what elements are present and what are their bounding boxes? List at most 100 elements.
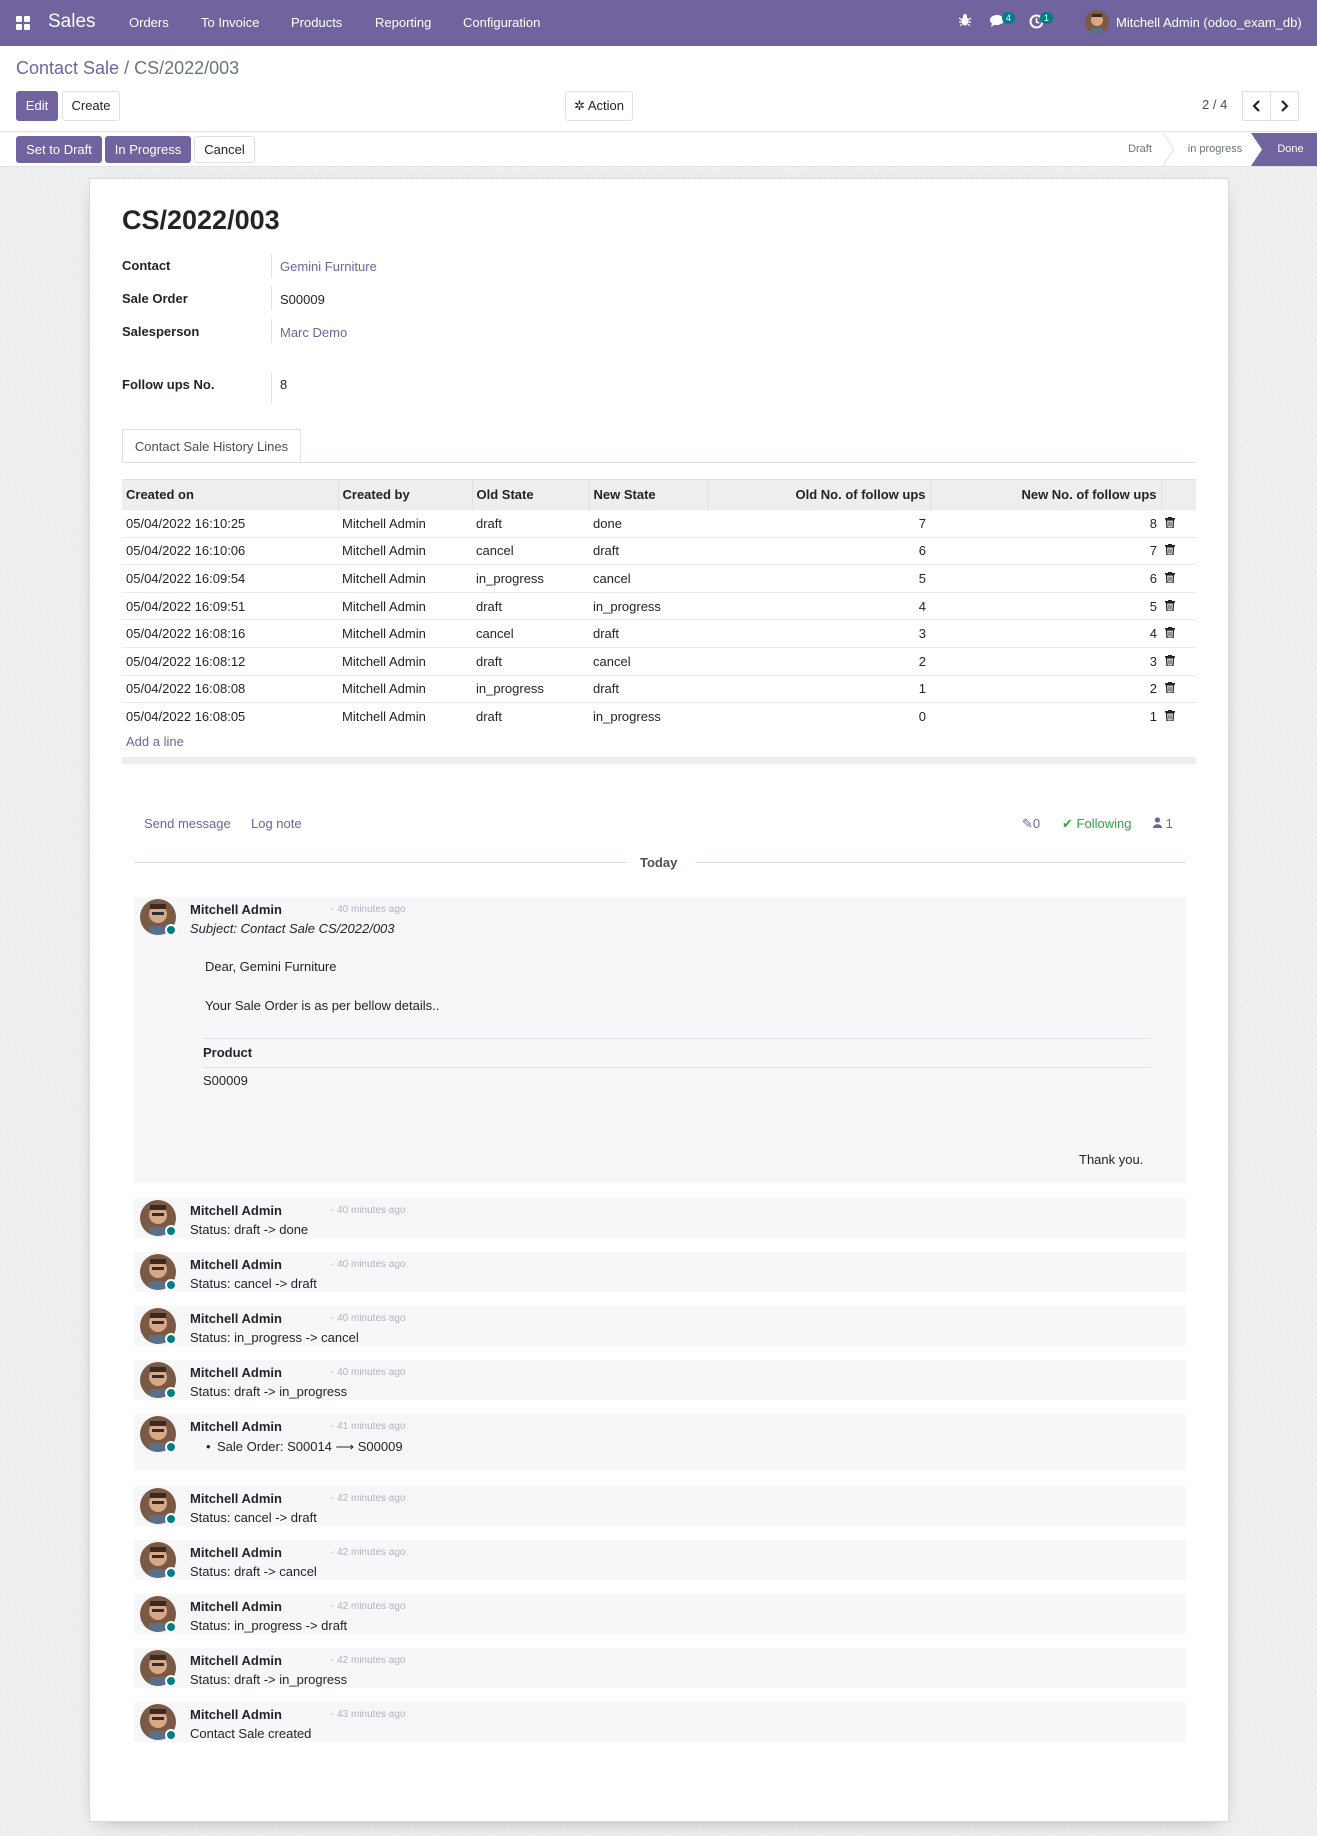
menu-to-invoice[interactable]: To Invoice	[201, 15, 260, 30]
chatter-message: Mitchell Admin - 40 minutes ago Status: dr…	[134, 1198, 1186, 1238]
in-progress-button[interactable]: In Progress	[105, 136, 191, 163]
following-label: Following	[1076, 816, 1132, 831]
message-author[interactable]: Mitchell Admin	[190, 1419, 282, 1434]
message-body: Status: draft -> done	[190, 1222, 309, 1237]
add-line-link[interactable]: Add a line	[126, 734, 184, 749]
menu-products[interactable]: Products	[291, 15, 342, 30]
table-row[interactable]: 05/04/2022 16:08:12 Mitchell Admin draft ca…	[122, 646, 1196, 676]
cell-new-state: draft	[589, 536, 708, 565]
table-row[interactable]: 05/04/2022 16:09:54 Mitchell Admin in_prog…	[122, 564, 1196, 593]
delete-row-icon[interactable]	[1161, 674, 1196, 703]
app-brand[interactable]: Sales	[48, 11, 96, 33]
set-to-draft-button[interactable]: Set to Draft	[16, 136, 102, 163]
col-new-followups[interactable]: New No. of follow ups	[930, 479, 1162, 510]
sale-order-field[interactable]: S00009	[280, 292, 325, 307]
message-body: Status: cancel -> draft	[190, 1510, 317, 1525]
delete-row-icon[interactable]	[1161, 509, 1196, 538]
edit-button[interactable]: Edit	[16, 91, 58, 121]
cell-created-by: Mitchell Admin	[338, 646, 472, 676]
pager-value[interactable]: 2 / 4	[1202, 97, 1227, 112]
message-author[interactable]: Mitchell Admin	[190, 1599, 282, 1614]
col-old-state[interactable]: Old State	[472, 479, 590, 510]
menu-reporting[interactable]: Reporting	[375, 15, 431, 30]
delete-row-icon[interactable]	[1161, 564, 1196, 593]
message-author[interactable]: Mitchell Admin	[190, 1257, 282, 1272]
pager-previous-button[interactable]	[1242, 91, 1271, 121]
cell-old-state: cancel	[472, 536, 589, 565]
menu-orders[interactable]: Orders	[129, 15, 169, 30]
email-table-border	[203, 1038, 1150, 1039]
delete-row-icon[interactable]	[1161, 536, 1196, 565]
message-author[interactable]: Mitchell Admin	[190, 1365, 282, 1380]
app-menu-icon[interactable]	[16, 16, 31, 31]
chatter-message: Mitchell Admin - 43 minutes ago Contact Sa…	[134, 1702, 1186, 1742]
table-row[interactable]: 05/04/2022 16:10:25 Mitchell Admin draft do…	[122, 509, 1196, 538]
message-body: Status: in_progress -> draft	[190, 1618, 348, 1633]
pager-next-button[interactable]	[1270, 91, 1299, 121]
col-old-followups[interactable]: Old No. of follow ups	[708, 479, 931, 510]
record-title: CS/2022/003	[122, 205, 280, 235]
stage-in-progress[interactable]: in progress	[1175, 133, 1255, 166]
attachments-count: 0	[1032, 816, 1041, 831]
followers-button[interactable]: 1	[1153, 816, 1173, 831]
following-button[interactable]: ✔ Following	[1062, 816, 1131, 832]
salesperson-field[interactable]: Marc Demo	[280, 325, 347, 340]
attachments-button[interactable]: ✎0	[1022, 816, 1040, 832]
cell-created-by: Mitchell Admin	[338, 591, 472, 620]
stage-draft[interactable]: Draft	[1115, 133, 1165, 166]
cancel-button[interactable]: Cancel	[194, 136, 255, 163]
col-created-by[interactable]: Created by	[338, 479, 473, 510]
contact-field[interactable]: Gemini Furniture	[280, 259, 377, 274]
message-author[interactable]: Mitchell Admin	[190, 1491, 282, 1506]
create-button[interactable]: Create	[62, 91, 120, 121]
delete-row-icon[interactable]	[1161, 591, 1196, 620]
delete-row-icon[interactable]	[1161, 702, 1196, 731]
field-divider	[271, 286, 272, 310]
message-author[interactable]: Mitchell Admin	[190, 1707, 282, 1722]
tab-history-lines[interactable]: Contact Sale History Lines	[122, 429, 301, 463]
log-note-button[interactable]: Log note	[251, 816, 302, 831]
cell-created-on: 05/04/2022 16:09:51	[122, 591, 338, 620]
cell-old-followups: 5	[708, 564, 930, 593]
table-footer	[122, 757, 1196, 764]
table-row[interactable]: 05/04/2022 16:09:51 Mitchell Admin draft in…	[122, 591, 1196, 620]
col-created-on[interactable]: Created on	[122, 479, 339, 510]
message-date: - 42 minutes ago	[331, 1493, 406, 1504]
online-status-dot	[165, 1567, 177, 1579]
cell-old-followups: 1	[708, 674, 930, 703]
cell-new-followups: 2	[930, 674, 1161, 703]
cell-created-on: 05/04/2022 16:10:06	[122, 536, 338, 565]
stage-done[interactable]: Done	[1264, 133, 1317, 166]
user-menu[interactable]: Mitchell Admin (odoo_exam_db)	[1116, 15, 1302, 30]
delete-row-icon[interactable]	[1161, 619, 1196, 648]
table-row[interactable]: 05/04/2022 16:08:05 Mitchell Admin draft in…	[122, 702, 1196, 731]
history-rows: 05/04/2022 16:10:25 Mitchell Admin draft do…	[122, 509, 1196, 731]
cell-new-state: draft	[589, 674, 708, 703]
message-author[interactable]: Mitchell Admin	[190, 1653, 282, 1668]
debug-bug-icon[interactable]	[958, 13, 972, 30]
followups-field: 8	[280, 377, 288, 392]
message-date: - 40 minutes ago	[331, 1259, 406, 1270]
cell-old-state: in_progress	[472, 674, 589, 703]
list-bullet: •	[206, 1439, 211, 1454]
send-message-button[interactable]: Send message	[144, 816, 231, 831]
chatter-email-message: Mitchell Admin - 40 minutes ago Subject:…	[134, 897, 1186, 1183]
message-author[interactable]: Mitchell Admin	[190, 1203, 282, 1218]
col-new-state[interactable]: New State	[589, 479, 709, 510]
message-author[interactable]: Mitchell Admin	[190, 902, 282, 917]
chatter-message: Mitchell Admin - 42 minutes ago Status: dr…	[134, 1540, 1186, 1580]
message-author[interactable]: Mitchell Admin	[190, 1545, 282, 1560]
online-status-dot	[165, 1513, 177, 1525]
table-row[interactable]: 05/04/2022 16:08:08 Mitchell Admin in_prog…	[122, 674, 1196, 703]
cell-new-state: in_progress	[589, 591, 708, 620]
user-avatar[interactable]	[1085, 10, 1109, 34]
delete-row-icon[interactable]	[1161, 646, 1196, 676]
cell-new-state: done	[589, 509, 708, 538]
breadcrumb-parent[interactable]: Contact Sale	[16, 58, 119, 78]
action-dropdown[interactable]: ✲ Action	[565, 91, 633, 121]
table-row[interactable]: 05/04/2022 16:10:06 Mitchell Admin cancel d…	[122, 536, 1196, 565]
table-row[interactable]: 05/04/2022 16:08:16 Mitchell Admin cancel d…	[122, 619, 1196, 648]
message-author[interactable]: Mitchell Admin	[190, 1311, 282, 1326]
chatter-message: Mitchell Admin - 40 minutes ago Status: dr…	[134, 1360, 1186, 1400]
menu-configuration[interactable]: Configuration	[463, 15, 540, 30]
